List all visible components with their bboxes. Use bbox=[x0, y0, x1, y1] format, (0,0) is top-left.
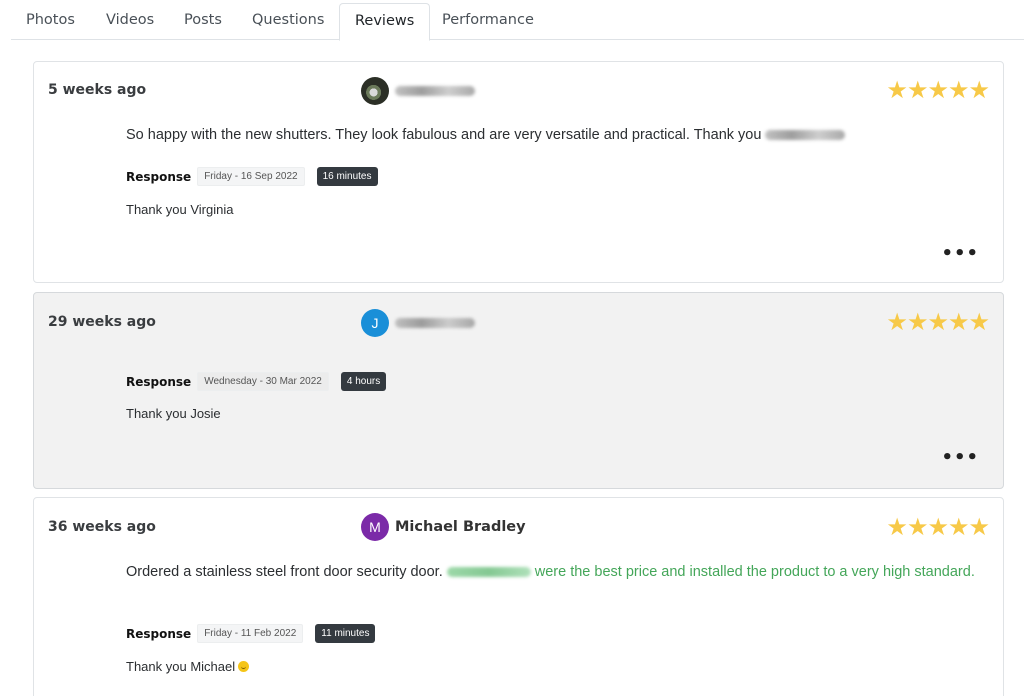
review-text: So happy with the new shutters. They loo… bbox=[126, 125, 989, 146]
response-header: Response Wednesday - 30 Mar 2022 4 hours bbox=[126, 372, 387, 391]
author-name: Michael Bradley bbox=[395, 519, 526, 535]
response-label: Response bbox=[126, 626, 192, 641]
response-text: Thank you Josie bbox=[126, 406, 221, 421]
review-author[interactable] bbox=[361, 77, 475, 105]
response-label: Response bbox=[126, 169, 192, 184]
tab-photos[interactable]: Photos bbox=[11, 3, 90, 40]
review-card: 5 weeks ago ★★★★★ So happy with the new … bbox=[33, 61, 1004, 283]
review-author[interactable]: M Michael Bradley bbox=[361, 513, 526, 541]
star-rating: ★★★★★ bbox=[886, 76, 990, 104]
review-card: 29 weeks ago J ★★★★★ Response Wednesday … bbox=[33, 292, 1004, 489]
review-age: 5 weeks ago bbox=[48, 82, 147, 98]
review-highlight: were the best price and installed the pr… bbox=[534, 564, 975, 580]
star-rating: ★★★★★ bbox=[886, 513, 990, 541]
avatar: M bbox=[361, 513, 389, 541]
tab-bar: Photos Videos Posts Questions Reviews Pe… bbox=[11, 3, 1024, 41]
blurred-business-name bbox=[446, 567, 531, 578]
blurred-author-name bbox=[395, 318, 475, 328]
blurred-author-name bbox=[395, 86, 475, 96]
response-time-badge: 16 minutes bbox=[316, 167, 378, 186]
response-text: Thank you Michael bbox=[126, 659, 250, 674]
tab-questions[interactable]: Questions bbox=[237, 3, 339, 40]
response-date: Friday - 16 Sep 2022 bbox=[197, 167, 305, 186]
avatar bbox=[361, 77, 389, 105]
avatar: J bbox=[361, 309, 389, 337]
response-time-badge: 11 minutes bbox=[315, 624, 376, 643]
review-text: Ordered a stainless steel front door sec… bbox=[126, 564, 975, 580]
response-date: Friday - 11 Feb 2022 bbox=[197, 624, 304, 643]
response-label: Response bbox=[126, 374, 192, 389]
more-options-icon[interactable]: ••• bbox=[941, 447, 979, 468]
tab-posts[interactable]: Posts bbox=[169, 3, 237, 40]
tab-videos[interactable]: Videos bbox=[91, 3, 169, 40]
response-header: Response Friday - 11 Feb 2022 11 minutes bbox=[126, 624, 376, 643]
smile-emoji-icon bbox=[238, 661, 250, 672]
response-header: Response Friday - 16 Sep 2022 16 minutes bbox=[126, 167, 378, 186]
tab-reviews[interactable]: Reviews bbox=[339, 3, 431, 41]
response-time-badge: 4 hours bbox=[340, 372, 387, 391]
response-date: Wednesday - 30 Mar 2022 bbox=[197, 372, 329, 391]
review-age: 36 weeks ago bbox=[48, 519, 156, 535]
more-options-icon[interactable]: ••• bbox=[941, 243, 979, 264]
review-author[interactable]: J bbox=[361, 309, 475, 337]
response-text: Thank you Virginia bbox=[126, 202, 234, 217]
star-rating: ★★★★★ bbox=[886, 308, 990, 336]
blurred-business-name bbox=[765, 130, 846, 141]
review-age: 29 weeks ago bbox=[48, 314, 156, 330]
tab-performance[interactable]: Performance bbox=[427, 3, 549, 40]
review-card: 36 weeks ago M Michael Bradley ★★★★★ Ord… bbox=[33, 497, 1004, 696]
